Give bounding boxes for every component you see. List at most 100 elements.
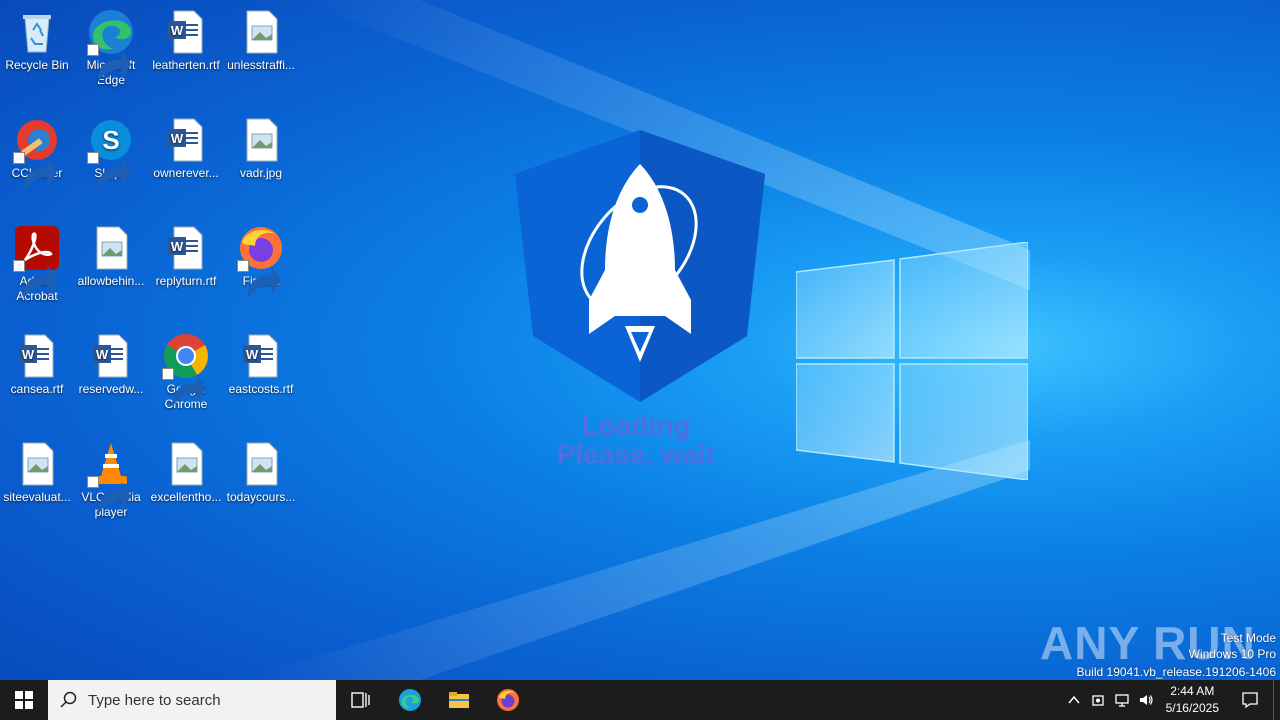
desktop-icon-label: ownerever... bbox=[153, 166, 219, 180]
firefox-icon bbox=[237, 224, 285, 300]
start-button[interactable] bbox=[0, 680, 48, 720]
edge-icon bbox=[87, 8, 135, 84]
desktop-icon-label: allowbehin... bbox=[77, 274, 145, 288]
image-file-icon bbox=[87, 224, 135, 272]
svg-text:W: W bbox=[246, 347, 259, 362]
taskbar-clock[interactable]: 2:44 AM 5/16/2025 bbox=[1158, 683, 1227, 717]
tray-app-button[interactable] bbox=[1086, 680, 1110, 720]
svg-text:W: W bbox=[171, 239, 184, 254]
firefox-icon bbox=[496, 689, 519, 711]
svg-text:S: S bbox=[102, 125, 119, 155]
shortcut-arrow-icon bbox=[13, 260, 58, 300]
action-center-button[interactable] bbox=[1227, 680, 1273, 720]
desktop-icon-label: eastcosts.rtf bbox=[228, 382, 294, 396]
rocket-shield-icon bbox=[515, 130, 765, 402]
taskbar-firefox-button[interactable] bbox=[483, 680, 532, 720]
speaker-icon bbox=[1139, 695, 1153, 705]
image-file-icon bbox=[237, 440, 285, 488]
file-explorer-icon bbox=[448, 692, 469, 708]
image-file-icon bbox=[13, 440, 61, 488]
image-file-icon bbox=[237, 116, 285, 164]
svg-text:W: W bbox=[171, 23, 184, 38]
windows-start-icon bbox=[15, 691, 33, 709]
volume-button[interactable] bbox=[1134, 680, 1158, 720]
svg-text:W: W bbox=[22, 347, 35, 362]
chevron-up-icon bbox=[1068, 695, 1080, 704]
clock-date: 5/16/2025 bbox=[1165, 701, 1219, 715]
word-doc-icon: W bbox=[162, 224, 210, 272]
desktop-icon[interactable]: Wownerever... bbox=[149, 108, 223, 181]
desktop-icon[interactable]: vadr.jpg bbox=[224, 108, 298, 181]
edge-icon bbox=[398, 689, 421, 711]
vlc-icon bbox=[87, 440, 135, 516]
desktop-icon[interactable]: excellentho... bbox=[149, 432, 223, 505]
skype-icon: S bbox=[87, 116, 135, 192]
desktop-icon-label: reservedw... bbox=[78, 382, 144, 396]
task-view-icon bbox=[350, 692, 370, 708]
word-doc-icon: W bbox=[13, 332, 61, 380]
desktop-icon-label: cansea.rtf bbox=[10, 382, 64, 396]
desktop-icon[interactable]: Adobe Acrobat bbox=[0, 216, 74, 304]
search-icon bbox=[60, 691, 77, 708]
shortcut-arrow-icon bbox=[162, 368, 207, 408]
desktop-icon[interactable]: Microsoft Edge bbox=[74, 0, 148, 88]
shortcut-arrow-icon bbox=[87, 44, 132, 84]
desktop-icon-label: replyturn.rtf bbox=[155, 274, 217, 288]
build-label: Build 19041.vb_release.191206-1406 bbox=[1076, 665, 1277, 679]
desktop-icon-label: leatherten.rtf bbox=[152, 58, 220, 72]
system-tray: 2:44 AM 5/16/2025 bbox=[1062, 680, 1280, 720]
desktop-icon[interactable]: Firefox bbox=[224, 216, 298, 300]
task-view-button[interactable] bbox=[336, 680, 385, 720]
desktop-icon[interactable]: siteevaluat... bbox=[0, 432, 74, 505]
word-doc-icon: W bbox=[162, 116, 210, 164]
image-file-icon bbox=[162, 440, 210, 488]
desktop-icon[interactable]: todaycours... bbox=[224, 432, 298, 505]
os-edition-label: Windows 10 Pro bbox=[1188, 647, 1276, 661]
please-wait-text: Please, wait bbox=[556, 439, 716, 470]
loading-text: Loading bbox=[581, 410, 691, 441]
tray-app-icon bbox=[1091, 695, 1104, 706]
desktop-icon[interactable]: unlesstraffi... bbox=[224, 0, 298, 73]
image-file-icon bbox=[237, 8, 285, 56]
shortcut-arrow-icon bbox=[87, 476, 132, 516]
desktop-icon-label: Recycle Bin bbox=[5, 58, 69, 72]
desktop-icon[interactable]: Recycle Bin bbox=[0, 0, 74, 73]
desktop-icon[interactable]: Wcansea.rtf bbox=[0, 324, 74, 397]
search-placeholder: Type here to search bbox=[88, 691, 221, 709]
desktop-icon-label: siteevaluat... bbox=[3, 490, 71, 504]
clock-time: 2:44 AM bbox=[1170, 684, 1215, 698]
desktop-icon[interactable]: Wreservedw... bbox=[74, 324, 148, 397]
network-icon bbox=[1114, 694, 1129, 707]
taskbar-edge-button[interactable] bbox=[385, 680, 434, 720]
word-doc-icon: W bbox=[162, 8, 210, 56]
ccleaner-icon bbox=[13, 116, 61, 192]
desktop-icon-label: unlesstraffi... bbox=[227, 58, 295, 72]
show-desktop-button[interactable] bbox=[1273, 680, 1280, 720]
notification-icon bbox=[1242, 692, 1258, 709]
svg-text:W: W bbox=[171, 131, 184, 146]
desktop-icon[interactable]: VLC media player bbox=[74, 432, 148, 520]
desktop-icon-label: vadr.jpg bbox=[239, 166, 283, 180]
desktop-icon[interactable]: Wreplyturn.rtf bbox=[149, 216, 223, 289]
show-hidden-icons-button[interactable] bbox=[1062, 680, 1086, 720]
recycle-bin-icon bbox=[13, 8, 61, 56]
desktop-icon[interactable]: Wleatherten.rtf bbox=[149, 0, 223, 73]
word-doc-icon: W bbox=[237, 332, 285, 380]
desktop-icon[interactable]: Weastcosts.rtf bbox=[224, 324, 298, 397]
shortcut-arrow-icon bbox=[87, 152, 132, 192]
desktop-icon[interactable]: CCleaner bbox=[0, 108, 74, 192]
desktop-icon[interactable]: SSkype bbox=[74, 108, 148, 192]
desktop-icon-label: todaycours... bbox=[226, 490, 296, 504]
shortcut-arrow-icon bbox=[13, 152, 58, 192]
desktop-icon-label: excellentho... bbox=[150, 490, 222, 504]
taskbar-search-box[interactable]: Type here to search bbox=[48, 680, 336, 720]
taskbar-file-explorer-button[interactable] bbox=[434, 680, 483, 720]
desktop-icon[interactable]: allowbehin... bbox=[74, 216, 148, 289]
network-button[interactable] bbox=[1110, 680, 1134, 720]
desktop-icon[interactable]: Google Chrome bbox=[149, 324, 223, 412]
chrome-icon bbox=[162, 332, 210, 408]
test-mode-label: Test Mode bbox=[1220, 631, 1276, 645]
svg-text:W: W bbox=[96, 347, 109, 362]
shortcut-arrow-icon bbox=[237, 260, 282, 300]
windows-logo-wallpaper bbox=[795, 241, 1029, 481]
